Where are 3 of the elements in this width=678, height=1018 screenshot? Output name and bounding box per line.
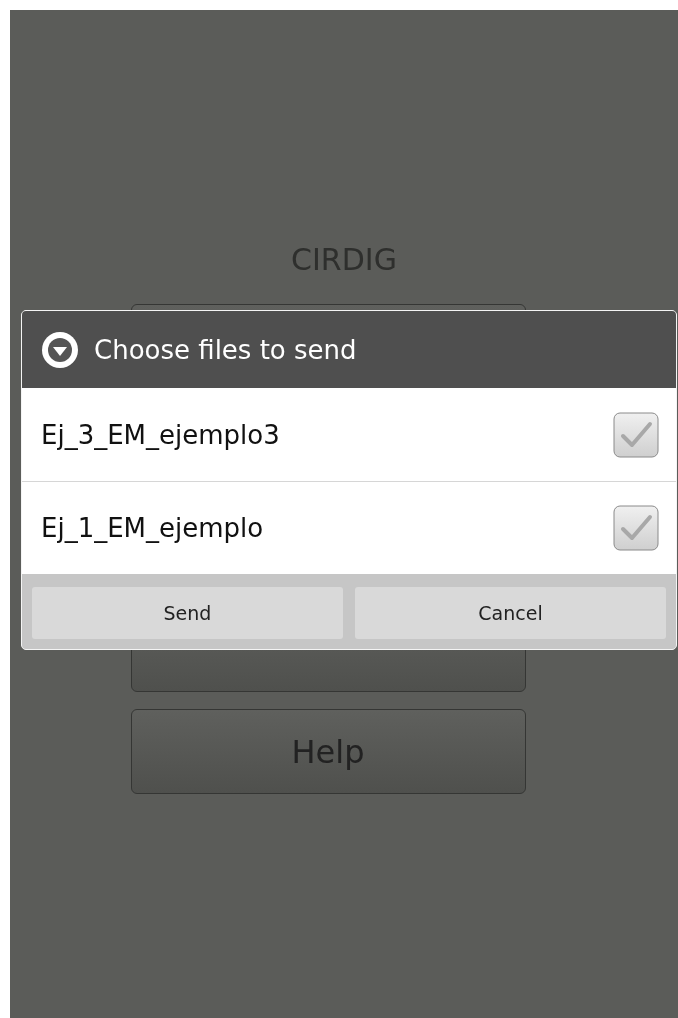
- file-name: Ej_3_EM_ejemplo3: [41, 419, 280, 450]
- file-name: Ej_1_EM_ejemplo: [41, 513, 264, 543]
- dialog-title: Choose files to send: [94, 334, 357, 365]
